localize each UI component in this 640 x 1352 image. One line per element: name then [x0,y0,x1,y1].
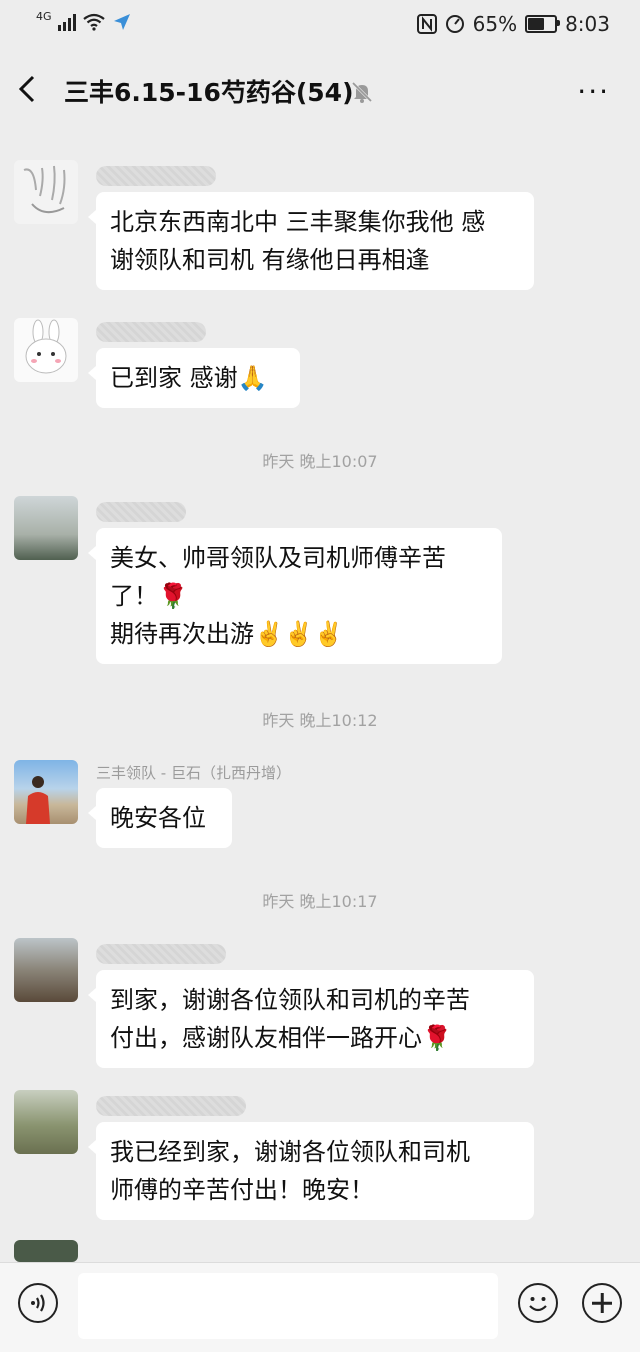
message-text-line: 谢领队和司机 有缘他日再相逢 [110,246,430,274]
avatar[interactable] [14,160,78,224]
message-bubble[interactable]: 已到家 感谢🙏 [88,348,300,408]
send-plane-icon [113,14,130,30]
sender-name-redacted [96,502,186,522]
battery-percent: 65% [472,12,518,36]
input-bar [0,1262,640,1352]
plus-icon[interactable] [582,1283,622,1323]
message-bubble[interactable]: 我已经到家，谢谢各位领队和司机 师傅的辛苦付出！晚安！ [88,1122,534,1220]
message-bubble[interactable]: 北京东西南北中 三丰聚集你我他 感 谢领队和司机 有缘他日再相逢 [88,192,534,290]
sender-name-redacted [96,944,226,964]
message-text-line: 付出，感谢队友相伴一路开心🌹 [110,1024,452,1052]
speedometer-icon [445,15,464,33]
message-text-line: 已到家 感谢🙏 [110,364,268,392]
avatar[interactable] [14,1240,78,1262]
message-text-line: 美女、帅哥领队及司机师傅辛苦 [110,544,446,572]
message-text-line: 北京东西南北中 三丰聚集你我他 感 [110,208,486,236]
avatar[interactable] [14,1090,78,1154]
nfc-icon [416,14,437,34]
message-text-line: 了！🌹 [110,582,188,610]
chat-title: 三丰6.15-16芍药谷(54) [64,78,354,107]
message-text-line: 期待再次出游✌️✌️✌️ [110,620,344,648]
voice-icon[interactable] [18,1283,58,1323]
battery-icon [525,15,561,33]
back-icon[interactable] [18,74,36,109]
wifi-icon [82,13,105,31]
message-bubble[interactable]: 晚安各位 [88,788,232,848]
avatar[interactable] [14,318,78,382]
chat-header: 三丰6.15-16芍药谷(54) ··· [0,52,640,132]
network-type: 4G [36,9,52,23]
message-text-line: 师傅的辛苦付出！晚安！ [110,1176,374,1204]
message-bubble[interactable]: 到家，谢谢各位领队和司机的辛苦 付出，感谢队友相伴一路开心🌹 [88,970,534,1068]
mute-bell-icon [351,81,373,103]
sender-name-redacted [96,1096,246,1116]
avatar[interactable] [14,938,78,1002]
message-text-line: 晚安各位 [110,804,206,832]
timestamp: 昨天 晚上10:17 [262,892,378,911]
clock: 8:03 [565,12,610,36]
message-bubble[interactable]: 美女、帅哥领队及司机师傅辛苦 了！🌹 期待再次出游✌️✌️✌️ [88,528,502,664]
status-left: 4G [36,9,132,32]
sender-name-redacted [96,166,216,186]
message-text-line: 到家，谢谢各位领队和司机的辛苦 [110,986,470,1014]
status-bar: 4G 65% 8:03 [0,0,640,52]
signal-icon [57,13,76,31]
avatar[interactable] [14,496,78,560]
message-input[interactable] [78,1273,498,1339]
status-right: 65% 8:03 [416,12,610,36]
timestamp: 昨天 晚上10:12 [262,711,378,730]
timestamp: 昨天 晚上10:07 [262,452,378,471]
sender-name: 三丰领队 - 巨石（扎西丹增） [96,764,291,782]
sender-name-redacted [96,322,206,342]
more-icon[interactable]: ··· [577,78,610,106]
avatar[interactable] [14,760,78,824]
message-text-line: 我已经到家，谢谢各位领队和司机 [110,1138,470,1166]
smiley-icon[interactable] [518,1283,558,1323]
